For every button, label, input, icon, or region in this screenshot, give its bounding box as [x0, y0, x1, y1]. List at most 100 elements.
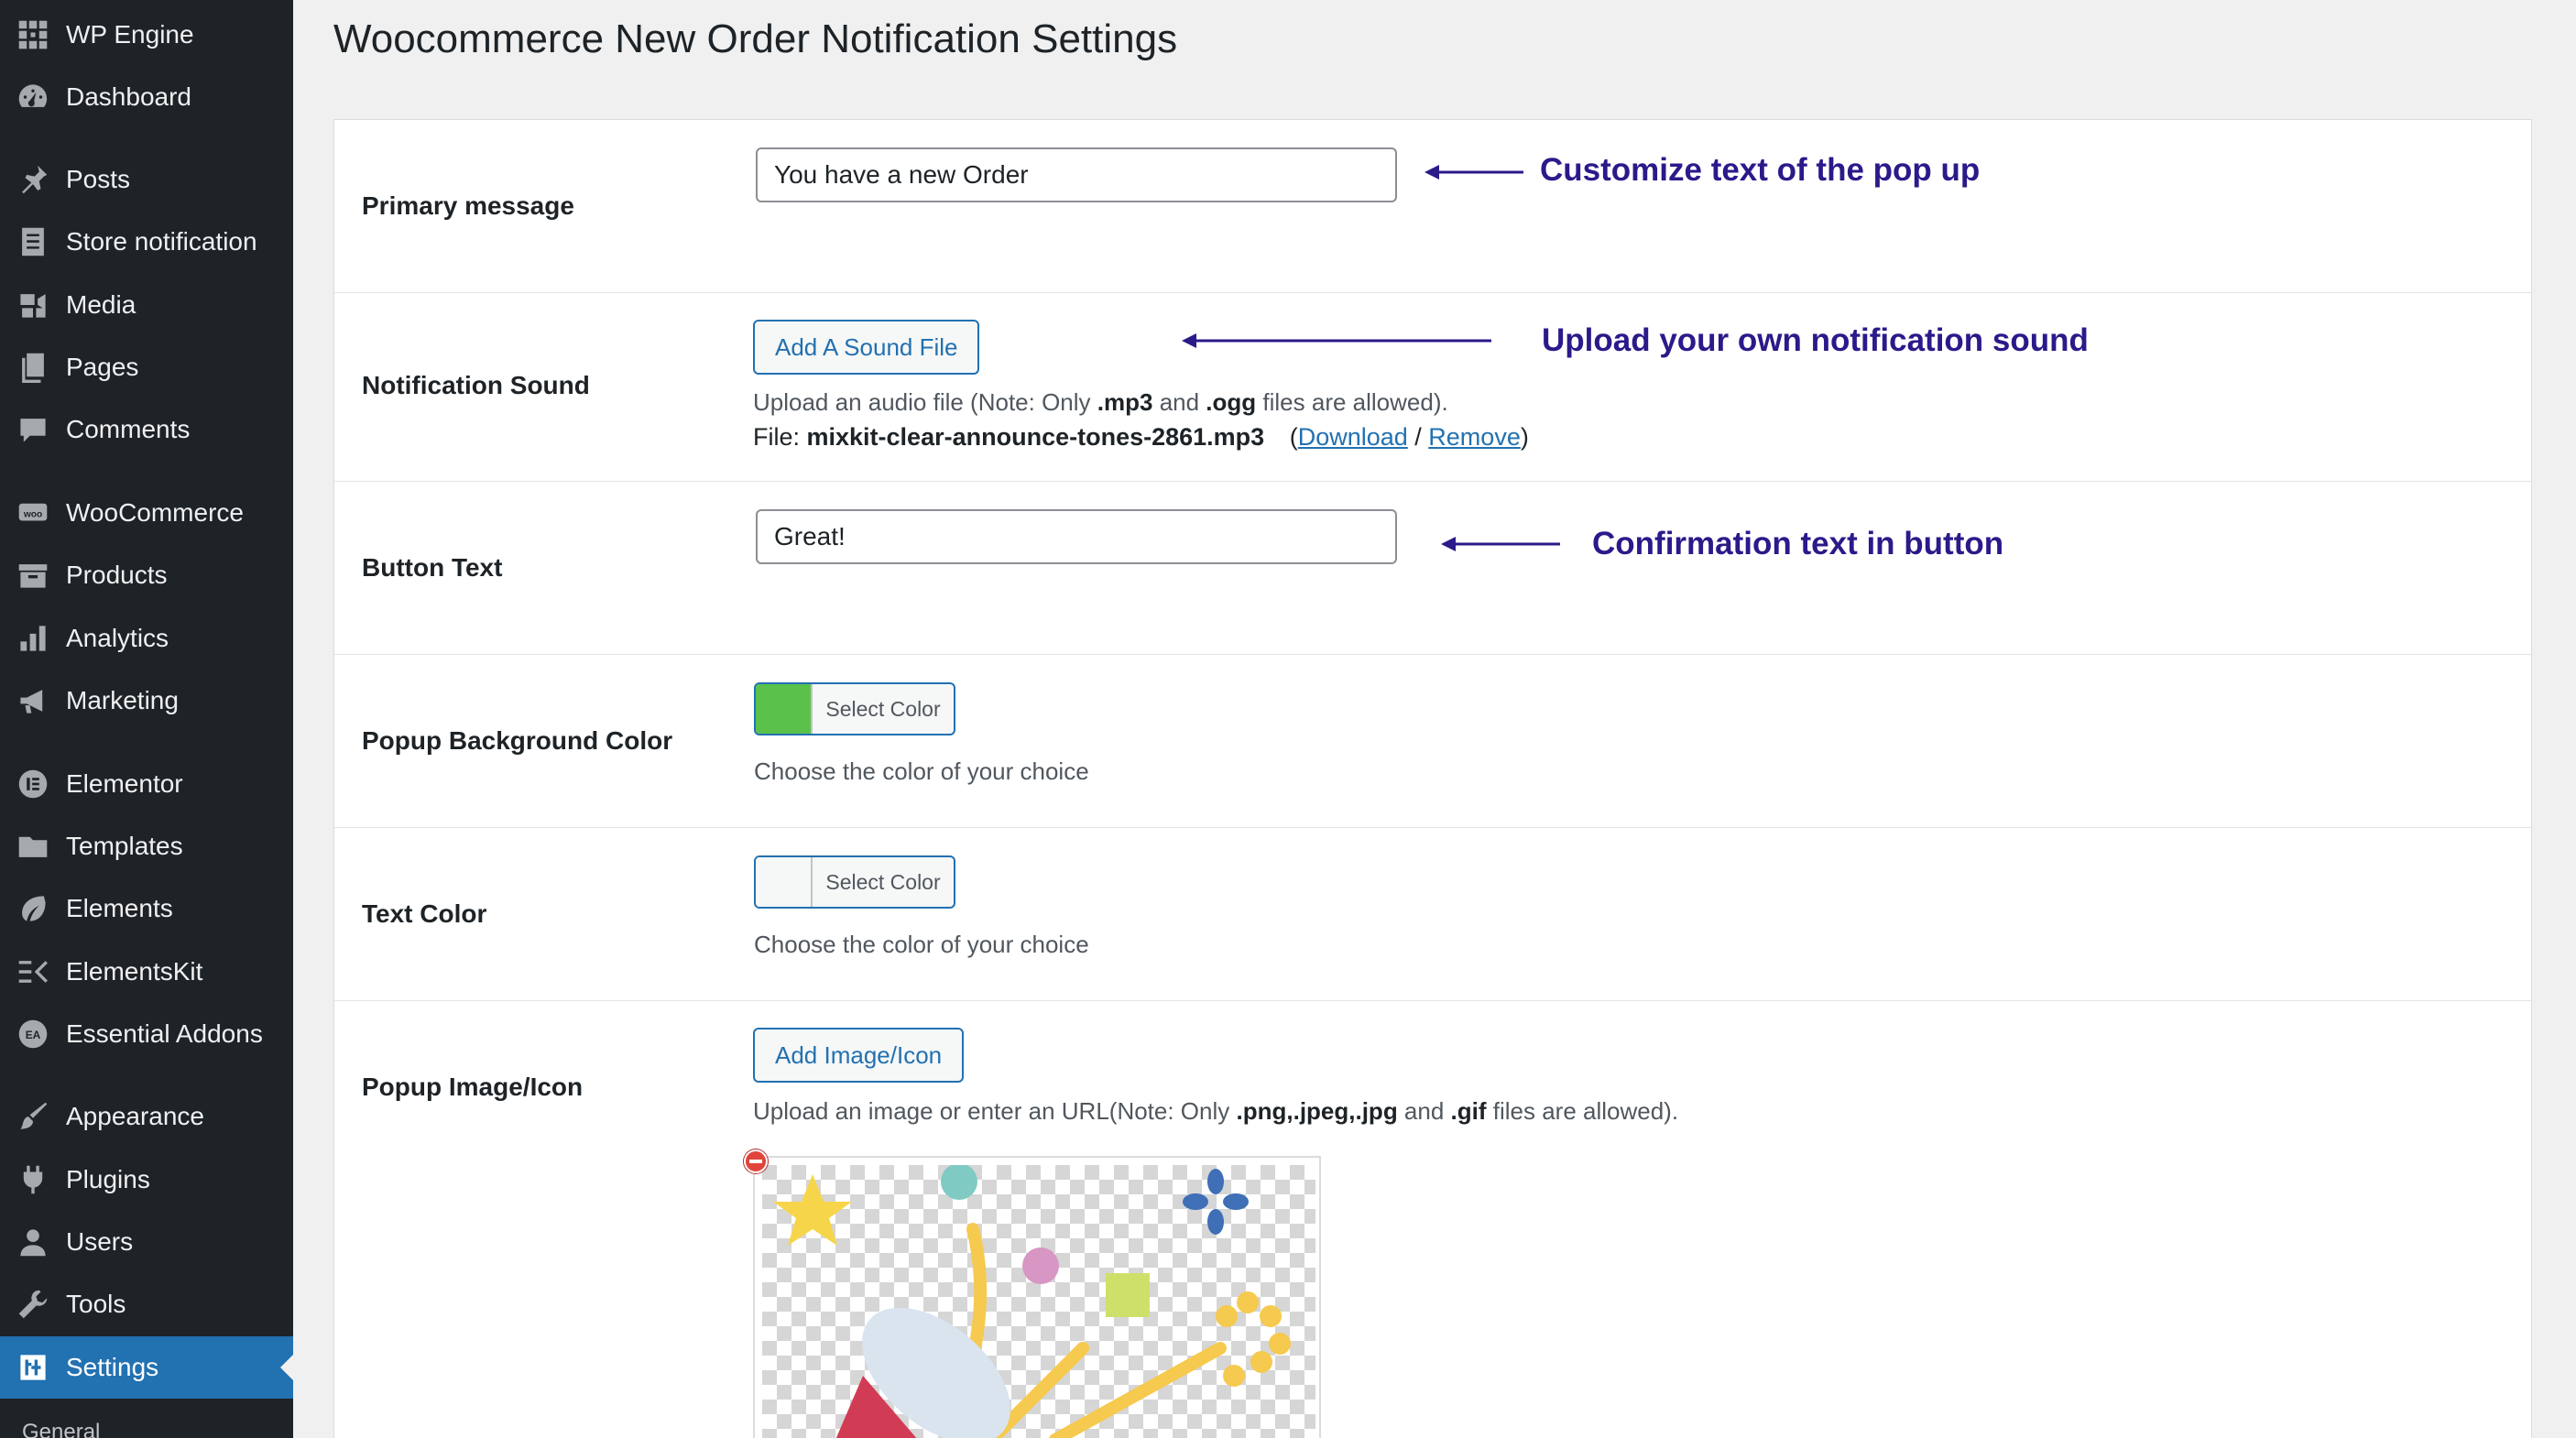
bar-chart-icon	[16, 622, 49, 655]
sidebar-item-wp-engine[interactable]: WP Engine	[0, 4, 293, 66]
settings-panel: Primary message Notification Sound Butto…	[333, 119, 2532, 1438]
sidebar-item-dashboard[interactable]: Dashboard	[0, 66, 293, 128]
primary-message-row: Primary message	[334, 120, 2531, 293]
admin-sidebar: WP Engine Dashboard Posts Store notificatio…	[0, 0, 293, 1438]
elementskit-icon	[16, 955, 49, 988]
sidebar-item-label: Users	[66, 1227, 134, 1256]
paintbrush-icon	[16, 1100, 49, 1133]
image-desc-suffix: files are allowed).	[1486, 1097, 1679, 1125]
sidebar-item-label: Analytics	[66, 624, 169, 652]
text-color-picker-button[interactable]: Select Color	[754, 855, 955, 909]
folder-icon	[16, 830, 49, 863]
sidebar-item-analytics[interactable]: Analytics	[0, 607, 293, 670]
sidebar-item-elements[interactable]: Elements	[0, 877, 293, 940]
sidebar-item-media[interactable]: Media	[0, 274, 293, 336]
sidebar-item-essential-addons[interactable]: EA Essential Addons	[0, 1003, 293, 1065]
sidebar-item-label: Essential Addons	[66, 1019, 263, 1048]
link-separator: /	[1407, 423, 1429, 451]
megaphone-icon	[16, 684, 49, 717]
popup-bg-color-row: Popup Background Color Select Color Choo…	[334, 655, 2531, 828]
sidebar-item-posts[interactable]: Posts	[0, 148, 293, 211]
sidebar-item-elementskit[interactable]: ElementsKit	[0, 941, 293, 1003]
sidebar-item-woocommerce[interactable]: woo WooCommerce	[0, 482, 293, 544]
image-desc-prefix: Upload an image or enter an URL(Note: On…	[753, 1097, 1237, 1125]
primary-message-label: Primary message	[362, 191, 574, 220]
remove-sound-link[interactable]: Remove	[1428, 423, 1521, 451]
notification-sound-row: Notification Sound	[334, 293, 2531, 482]
sound-ext-ogg: .ogg	[1206, 388, 1257, 416]
sidebar-item-label: Plugins	[66, 1165, 150, 1193]
popup-image-label: Popup Image/Icon	[362, 1073, 584, 1101]
sidebar-item-label: Comments	[66, 415, 191, 443]
wp-engine-icon	[16, 18, 49, 51]
archive-icon	[16, 559, 49, 592]
image-exts: .png,.jpeg,.jpg	[1236, 1097, 1398, 1125]
sidebar-item-templates[interactable]: Templates	[0, 815, 293, 877]
sidebar-item-elementor[interactable]: Elementor	[0, 753, 293, 815]
add-sound-file-button[interactable]: Add A Sound File	[753, 320, 980, 375]
user-icon	[16, 1226, 49, 1258]
sidebar-item-plugins[interactable]: Plugins	[0, 1149, 293, 1211]
text-color-row: Text Color Select Color Choose the color…	[334, 828, 2531, 1001]
sidebar-item-label: Store notification	[66, 227, 257, 256]
comment-icon	[16, 413, 49, 446]
text-color-label: Text Color	[362, 899, 487, 928]
sidebar-item-label: Media	[66, 290, 136, 319]
sidebar-item-label: Pages	[66, 353, 139, 381]
button-text-input[interactable]	[756, 509, 1397, 564]
elementor-icon	[16, 768, 49, 801]
popup-bg-color-picker-button[interactable]: Select Color	[754, 682, 955, 735]
plug-icon	[16, 1163, 49, 1196]
button-text-label: Button Text	[362, 553, 503, 582]
button-text-row: Button Text	[334, 482, 2531, 655]
sound-desc-mid: and	[1152, 388, 1206, 416]
sidebar-item-label: Templates	[66, 832, 183, 860]
active-menu-arrow	[280, 1355, 293, 1380]
sidebar-item-label: WP Engine	[66, 20, 194, 49]
sidebar-item-users[interactable]: Users	[0, 1211, 293, 1273]
sidebar-item-label: Appearance	[66, 1102, 205, 1130]
settings-icon	[16, 1351, 49, 1384]
sidebar-item-label: Tools	[66, 1290, 126, 1318]
sidebar-item-tools[interactable]: Tools	[0, 1273, 293, 1335]
text-color-swatch	[756, 857, 813, 907]
download-sound-link[interactable]: Download	[1298, 423, 1408, 451]
sidebar-item-appearance[interactable]: Appearance	[0, 1085, 293, 1148]
media-icon	[16, 289, 49, 321]
sidebar-item-label: Elementor	[66, 769, 183, 798]
sidebar-item-label: Dashboard	[66, 82, 191, 111]
page-title: Woocommerce New Order Notification Setti…	[333, 16, 1178, 61]
text-color-description: Choose the color of your choice	[754, 931, 1089, 958]
image-desc-mid: and	[1397, 1097, 1451, 1125]
woo-icon: woo	[16, 496, 49, 529]
arrow-notification-sound	[1182, 333, 1491, 348]
close-paren: )	[1520, 423, 1529, 451]
svg-text:woo: woo	[23, 509, 42, 519]
sidebar-item-label: Products	[66, 561, 168, 589]
pushpin-icon	[16, 163, 49, 196]
sound-desc-suffix: files are allowed).	[1256, 388, 1448, 416]
sidebar-item-settings[interactable]: Settings	[0, 1336, 293, 1399]
pink-dot	[1022, 1247, 1059, 1284]
sidebar-item-products[interactable]: Products	[0, 544, 293, 606]
remove-image-icon[interactable]	[744, 1149, 768, 1173]
file-prefix: File:	[753, 423, 807, 451]
submenu-item-general[interactable]: General	[22, 1420, 100, 1438]
notification-sound-label: Notification Sound	[362, 371, 590, 399]
sound-desc-prefix: Upload an audio file (Note: Only	[753, 388, 1097, 416]
popup-bg-color-description: Choose the color of your choice	[754, 757, 1089, 785]
sidebar-item-marketing[interactable]: Marketing	[0, 670, 293, 732]
open-paren: (	[1289, 423, 1298, 451]
sound-file-name: mixkit-clear-announce-tones-2861.mp3	[806, 423, 1265, 451]
popup-bg-color-swatch	[756, 684, 813, 734]
pages-icon	[16, 351, 49, 384]
annotation-primary-message: Customize text of the pop up	[1540, 152, 1981, 188]
add-image-icon-button[interactable]: Add Image/Icon	[753, 1028, 965, 1083]
sidebar-item-comments[interactable]: Comments	[0, 398, 293, 461]
popup-bg-color-label: Popup Background Color	[362, 726, 673, 755]
sidebar-item-store-notification[interactable]: Store notification	[0, 211, 293, 273]
sidebar-item-pages[interactable]: Pages	[0, 336, 293, 398]
primary-message-input[interactable]	[756, 147, 1397, 202]
text-select-color-label: Select Color	[825, 869, 941, 894]
leaf-icon	[16, 892, 49, 925]
